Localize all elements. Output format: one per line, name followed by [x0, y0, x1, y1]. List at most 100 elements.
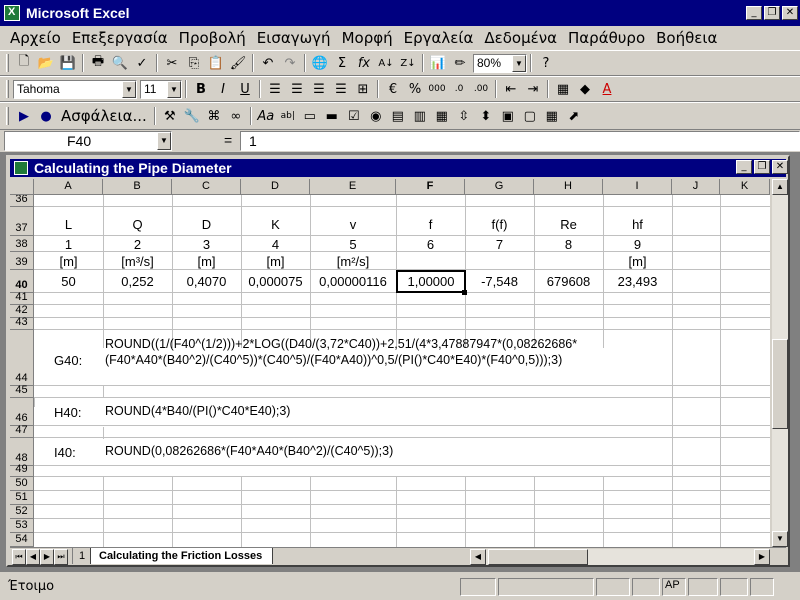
print-icon[interactable]: 🖶: [88, 53, 108, 73]
hyperlink-icon[interactable]: 🌐: [310, 53, 330, 73]
column-header-e[interactable]: E: [310, 179, 396, 195]
increase-decimal-icon[interactable]: .0: [449, 79, 469, 99]
record-icon[interactable]: ●: [36, 106, 56, 126]
row-header-39[interactable]: 39: [10, 252, 34, 270]
value-q[interactable]: 0,252: [103, 274, 172, 289]
value-ff[interactable]: -7,548: [465, 274, 534, 289]
control-properties-icon[interactable]: ▣: [498, 106, 518, 126]
column-header-a[interactable]: A: [34, 179, 103, 195]
justify-icon[interactable]: ☰: [331, 79, 351, 99]
active-cell-f40[interactable]: 1,00000: [396, 270, 466, 293]
menu-help[interactable]: Βοήθεια: [656, 29, 717, 47]
value-re[interactable]: 679608: [534, 274, 603, 289]
next-sheet-icon[interactable]: ▶: [40, 549, 54, 565]
run-dialog-icon[interactable]: ⬈: [564, 106, 584, 126]
row-header-46[interactable]: 46: [10, 398, 34, 426]
function-icon[interactable]: fx: [354, 53, 374, 73]
autosum-icon[interactable]: Σ: [332, 53, 352, 73]
link-icon[interactable]: ∞: [226, 106, 246, 126]
font-size-select[interactable]: 11 ▼: [140, 79, 182, 99]
hscroll-thumb[interactable]: [488, 549, 588, 565]
menu-view[interactable]: Προβολή: [179, 29, 246, 47]
help-icon[interactable]: ?: [536, 53, 556, 73]
menu-data[interactable]: Δεδομένα: [484, 29, 557, 47]
row-header-44[interactable]: 44: [10, 330, 34, 386]
column-header-f[interactable]: F: [396, 179, 465, 195]
cut-icon[interactable]: ✂: [162, 53, 182, 73]
column-header-k[interactable]: K: [720, 179, 770, 195]
decrease-indent-icon[interactable]: ⇤: [501, 79, 521, 99]
underline-icon[interactable]: U: [235, 79, 255, 99]
value-l[interactable]: 50: [34, 274, 103, 289]
close-button[interactable]: ✕: [782, 6, 798, 20]
value-d[interactable]: 0,4070: [172, 274, 241, 289]
percent-icon[interactable]: %: [405, 79, 425, 99]
save-icon[interactable]: 💾: [58, 53, 78, 73]
column-header-j[interactable]: J: [672, 179, 720, 195]
font-color-icon[interactable]: A: [597, 79, 617, 99]
sort-ascending-icon[interactable]: A↓: [376, 53, 396, 73]
scroll-thumb[interactable]: [772, 339, 788, 429]
scroll-left-icon[interactable]: ◀: [470, 549, 486, 565]
copy-icon[interactable]: ⎘: [184, 53, 204, 73]
sort-descending-icon[interactable]: Z↓: [398, 53, 418, 73]
menu-format[interactable]: Μορφή: [342, 29, 393, 47]
vb-editor-icon[interactable]: ⌘: [204, 106, 224, 126]
row-header-49[interactable]: 49: [10, 463, 34, 477]
chevron-down-icon[interactable]: ▼: [167, 80, 181, 98]
value-v[interactable]: 0,00000116: [310, 274, 396, 289]
list-box-icon[interactable]: ▤: [388, 106, 408, 126]
decrease-decimal-icon[interactable]: .00: [471, 79, 491, 99]
increase-indent-icon[interactable]: ⇥: [523, 79, 543, 99]
row-header-54[interactable]: 54: [10, 533, 34, 547]
menu-window[interactable]: Παράθυρο: [568, 29, 645, 47]
row-header-37[interactable]: 37: [10, 207, 34, 236]
bold-icon[interactable]: B: [191, 79, 211, 99]
column-header-d[interactable]: D: [241, 179, 310, 195]
label-icon[interactable]: Aa: [256, 106, 276, 126]
row-header-36[interactable]: 36: [10, 195, 34, 207]
toggle-grid-icon[interactable]: ▦: [542, 106, 562, 126]
column-header-g[interactable]: G: [465, 179, 534, 195]
value-hf[interactable]: 23,493: [603, 274, 672, 289]
italic-icon[interactable]: I: [213, 79, 233, 99]
spelling-icon[interactable]: ✓: [132, 53, 152, 73]
spinner-icon[interactable]: ⬍: [476, 106, 496, 126]
edit-code-icon[interactable]: ▢: [520, 106, 540, 126]
button-icon[interactable]: ▬: [322, 106, 342, 126]
open-icon[interactable]: 📂: [36, 53, 56, 73]
column-header-c[interactable]: C: [172, 179, 241, 195]
security-label[interactable]: Ασφάλεια...: [61, 107, 147, 125]
align-center-icon[interactable]: ☰: [287, 79, 307, 99]
first-sheet-icon[interactable]: ⏮: [12, 549, 26, 565]
sheet-tab-1[interactable]: 1: [72, 548, 92, 564]
row-header-38[interactable]: 38: [10, 236, 34, 252]
sheet-tab-friction-losses[interactable]: Calculating the Friction Losses: [90, 548, 274, 564]
menu-file[interactable]: Αρχείο: [10, 29, 61, 47]
horizontal-scrollbar[interactable]: ◀ ▶: [470, 549, 770, 565]
checkbox-icon[interactable]: ☑: [344, 106, 364, 126]
chevron-down-icon[interactable]: ▼: [157, 132, 171, 150]
menu-tools[interactable]: Εργαλεία: [404, 29, 474, 47]
chevron-down-icon[interactable]: ▼: [512, 54, 526, 72]
font-select[interactable]: Tahoma ▼: [13, 79, 137, 99]
menu-insert[interactable]: Εισαγωγή: [257, 29, 331, 47]
group-box-icon[interactable]: ▭: [300, 106, 320, 126]
scroll-bar-icon[interactable]: ⇳: [454, 106, 474, 126]
borders-icon[interactable]: ▦: [553, 79, 573, 99]
column-header-h[interactable]: H: [534, 179, 603, 195]
paste-icon[interactable]: 📋: [206, 53, 226, 73]
option-button-icon[interactable]: ◉: [366, 106, 386, 126]
value-k[interactable]: 0,000075: [241, 274, 310, 289]
drawing-icon[interactable]: ✏: [450, 53, 470, 73]
restore-button[interactable]: ❐: [764, 6, 780, 20]
chevron-down-icon[interactable]: ▼: [122, 80, 136, 98]
new-icon[interactable]: 🗋: [14, 53, 34, 73]
row-header-48[interactable]: 48: [10, 438, 34, 466]
row-header-50[interactable]: 50: [10, 477, 34, 491]
name-box[interactable]: F40 ▼: [4, 131, 172, 151]
scroll-up-icon[interactable]: ▲: [772, 179, 788, 195]
undo-icon[interactable]: ↶: [258, 53, 278, 73]
merge-center-icon[interactable]: ⊞: [353, 79, 373, 99]
align-right-icon[interactable]: ☰: [309, 79, 329, 99]
